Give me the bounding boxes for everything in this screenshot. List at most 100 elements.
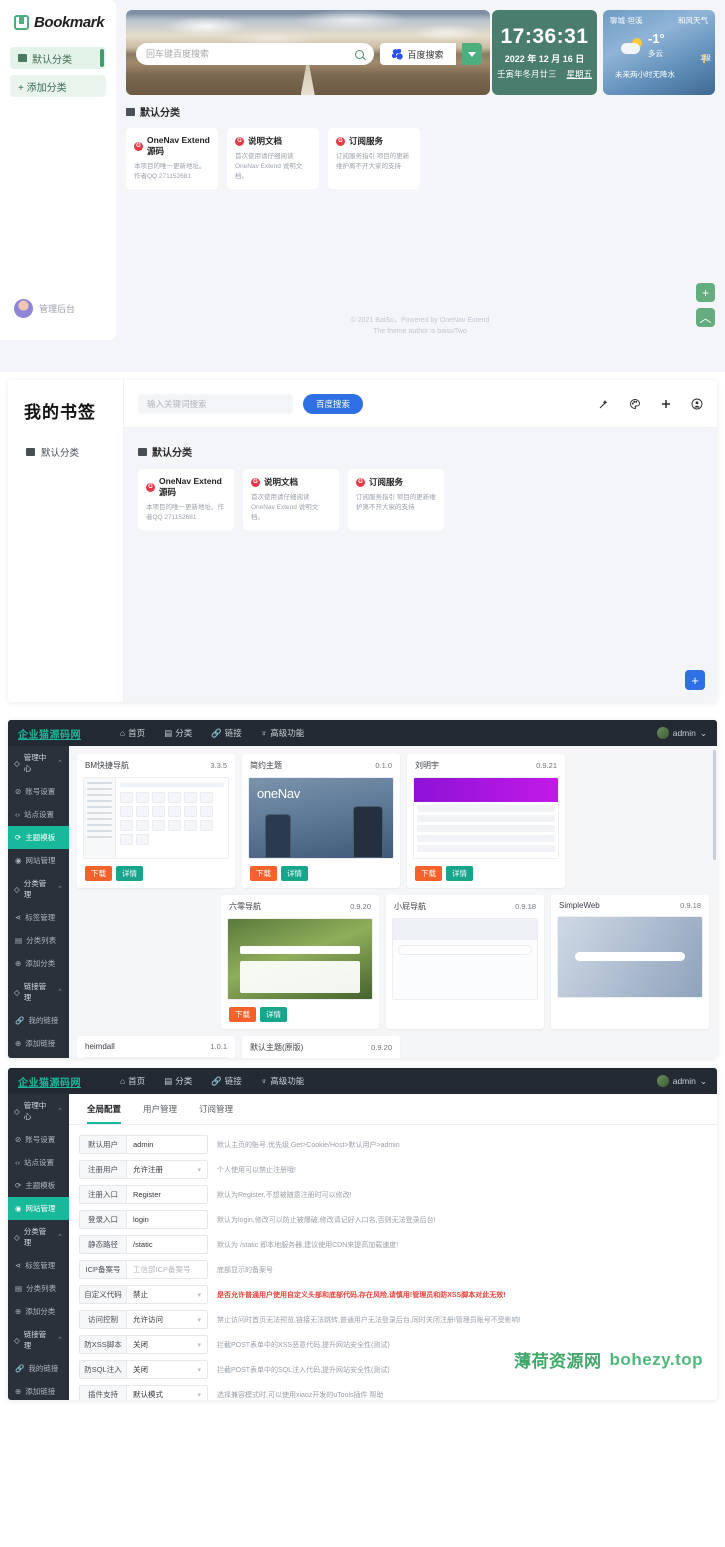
sidebar-item-label: 添加链接 (25, 1039, 56, 1048)
search-box[interactable] (136, 43, 374, 65)
sidebar-item-add-category[interactable]: ⊕ 添加分类 (8, 952, 69, 975)
globe-icon: G (336, 136, 345, 146)
anti-sql-select[interactable]: 关闭 ▾ (126, 1360, 208, 1379)
field-hint: 选择兼容模式时,可以使用xiaoz开发的uTools插件 帮助 (217, 1391, 384, 1399)
sidebar-group-admin-center[interactable]: ◇ 管理中心 ⌃ (8, 1094, 69, 1128)
admin-brand[interactable]: 企业猫源码网 (18, 726, 81, 741)
link-card[interactable]: G OneNav Extend 源码 本项目的唯一更新地址。作者QQ 271152… (126, 128, 218, 189)
sidebar-group-link-management[interactable]: ◇ 链接管理 ⌃ (8, 975, 69, 1009)
theme-card[interactable]: 简约主题 0.1.0 oneNav 下载 详情 (242, 754, 400, 888)
sidebar-group-category-management[interactable]: ◇ 分类管理 ⌃ (8, 872, 69, 906)
nav-item-links[interactable]: 🔗 链接 (211, 727, 242, 739)
anti-xss-select[interactable]: 关闭 ▾ (126, 1335, 208, 1354)
sidebar-item-account-settings[interactable]: ⊘ 账号设置 (8, 780, 69, 803)
sidebar-item-add-link[interactable]: ⊕ 添加链接 (8, 1380, 69, 1400)
search-engine-dropdown-button[interactable] (462, 43, 482, 65)
theme-version: 3.3.5 (210, 761, 227, 770)
weather-widget[interactable]: 聊城·坦溪 和风天气 -1° 多云 1级 未来两小时无降水 (603, 10, 715, 95)
detail-button[interactable]: 详情 (116, 866, 143, 881)
sidebar-item-tag-management[interactable]: ⋖ 标签管理 (8, 1254, 69, 1277)
add-link-fab[interactable]: + (696, 283, 715, 302)
nav-item-categories[interactable]: ▤ 分类 (164, 1075, 192, 1087)
download-button[interactable]: 下载 (229, 1007, 256, 1022)
download-button[interactable]: 下载 (415, 866, 442, 881)
sidebar-item-category-list[interactable]: ▤ 分类列表 (8, 1277, 69, 1300)
scrollbar-thumb[interactable] (713, 750, 716, 860)
theme-version: 0.9.20 (371, 1043, 392, 1052)
search-icon[interactable] (355, 49, 364, 59)
sidebar-item-add-category[interactable]: ⊕ 添加分类 (8, 1300, 69, 1323)
user-menu[interactable]: admin ⌄ (656, 1075, 707, 1087)
nav-item-advanced[interactable]: ♆ 高级功能 (261, 1075, 304, 1087)
magic-wand-icon[interactable] (598, 398, 610, 410)
theme-card[interactable]: 六零导航 0.9.20 下载 详情 (221, 895, 379, 1029)
tab-global-config[interactable]: 全局配置 (87, 1103, 122, 1124)
palette-icon[interactable] (629, 398, 641, 410)
nav-item-advanced[interactable]: ♆ 高级功能 (261, 727, 304, 739)
register-user-select[interactable]: 允许注册 ▾ (126, 1160, 208, 1179)
sidebar-item-my-links[interactable]: 🔗 我的链接 (8, 1009, 69, 1032)
sidebar-item-add-link[interactable]: ⊕ 添加链接 (8, 1032, 69, 1055)
nav-item-categories[interactable]: ▤ 分类 (164, 727, 192, 739)
download-button[interactable]: 下载 (85, 866, 112, 881)
theme-card[interactable]: BM快捷导航 3.3.5 下载 详情 (77, 754, 235, 888)
detail-button[interactable]: 详情 (281, 866, 308, 881)
sidebar-item-theme-templates[interactable]: ⟳ 主题模板 (8, 826, 69, 849)
link-card[interactable]: G 说明文档 首次使用请仔细阅读 OneNav Extend 说明文档。 (243, 469, 339, 531)
sidebar-item-account-settings[interactable]: ⊘ 账号设置 (8, 1128, 69, 1151)
admin-entry[interactable]: 管理后台 (14, 299, 75, 318)
theme-card[interactable]: SimpleWeb 0.9.18 (551, 895, 709, 1029)
register-entry-field[interactable]: Register (126, 1185, 208, 1204)
add-category-button[interactable]: + 添加分类 (10, 75, 106, 97)
plugin-support-select[interactable]: 默认模式 ▾ (126, 1385, 208, 1400)
search-input[interactable] (138, 393, 293, 414)
sidebar-item-site-management[interactable]: ◉ 网站管理 (8, 1197, 69, 1220)
link-card[interactable]: G 订阅服务 订阅服务指引 项目的更新维护离不开大家的支持 (348, 469, 444, 531)
plus-icon[interactable] (660, 398, 672, 410)
download-button[interactable]: 下载 (250, 866, 277, 881)
theme-card[interactable]: 小屁导航 0.9.18 (386, 895, 544, 1029)
sidebar-item-my-links[interactable]: 🔗 我的链接 (8, 1357, 69, 1380)
sidebar-group-category-management[interactable]: ◇ 分类管理 ⌃ (8, 1220, 69, 1254)
nav-item-home[interactable]: ⌂ 首页 (120, 727, 145, 739)
static-path-field[interactable]: /static (126, 1235, 208, 1254)
search-engine-selector[interactable]: 百度搜索 (380, 43, 456, 65)
link-card[interactable]: G OneNav Extend 源码 本项目的唯一更新地址。作者QQ 271152… (138, 469, 234, 531)
search-input[interactable] (146, 49, 349, 59)
user-icon[interactable] (691, 398, 703, 410)
nav-item-links[interactable]: 🔗 链接 (211, 1075, 242, 1087)
nav-item-home[interactable]: ⌂ 首页 (120, 1075, 145, 1087)
sidebar-item-site-management[interactable]: ◉ 网站管理 (8, 849, 69, 872)
detail-button[interactable]: 详情 (446, 866, 473, 881)
admin-brand[interactable]: 企业猫源码网 (18, 1074, 81, 1089)
theme-card[interactable]: 默认主题(原版) 0.9.20 (242, 1036, 400, 1058)
sidebar-item-category-list[interactable]: ▤ 分类列表 (8, 929, 69, 952)
tab-user-management[interactable]: 用户管理 (143, 1103, 177, 1124)
sidebar-group-link-management[interactable]: ◇ 链接管理 ⌃ (8, 1323, 69, 1357)
sidebar-item-site-settings[interactable]: ‹› 站点设置 (8, 1151, 69, 1174)
link-card[interactable]: G 说明文档 首次使用请仔细阅读 OneNav Extend 说明文档。 (227, 128, 319, 189)
theme-card[interactable]: heimdall 1.0.1 (77, 1036, 235, 1058)
user-menu[interactable]: admin ⌄ (656, 727, 707, 739)
sidebar-item-default-category[interactable]: 默认分类 (8, 423, 123, 459)
link-card[interactable]: G 订阅服务 订阅服务指引 项目的更新维护离不开大家的支持 (328, 128, 420, 189)
access-control-select[interactable]: 允许访问 ▾ (126, 1310, 208, 1329)
custom-code-select[interactable]: 禁止 ▾ (126, 1285, 208, 1304)
sidebar-item-site-settings[interactable]: ‹› 站点设置 (8, 803, 69, 826)
theme-card[interactable]: 刘明宇 0.9.21 下载 详情 (407, 754, 565, 888)
sidebar-item-default-category[interactable]: 默认分类 (10, 47, 106, 69)
login-entry-field[interactable]: login (126, 1210, 208, 1229)
add-link-fab[interactable]: + (685, 670, 705, 690)
icp-number-field[interactable]: 工信部ICP备案号 (126, 1260, 208, 1279)
sidebar-group-admin-center[interactable]: ◇ 管理中心 ⌃ (8, 746, 69, 780)
back-to-top-fab[interactable]: ︿ (696, 308, 715, 327)
detail-button[interactable]: 详情 (260, 1007, 287, 1022)
search-button[interactable]: 百度搜索 (303, 393, 364, 414)
sidebar-item-theme-templates[interactable]: ⟳ 主题模板 (8, 1174, 69, 1197)
theme-grid: BM快捷导航 3.3.5 下载 详情 简约主题 0.1.0 oneNav 下载 详情 (69, 754, 717, 1058)
default-user-field[interactable]: admin (126, 1135, 208, 1154)
sidebar-item-bookmark-management[interactable]: ∞书签管理 (8, 1055, 69, 1058)
tab-subscription-management[interactable]: 订阅管理 (199, 1103, 233, 1124)
sidebar-item-tag-management[interactable]: ⋖ 标签管理 (8, 906, 69, 929)
weather-provider: 和风天气 (678, 16, 708, 25)
